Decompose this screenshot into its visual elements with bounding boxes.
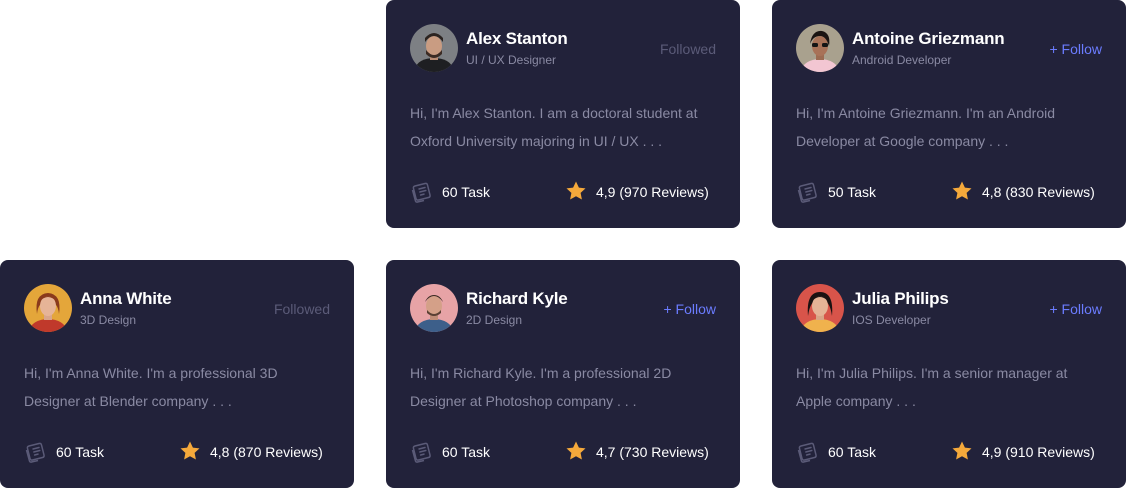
avatar[interactable] (796, 284, 844, 332)
description-line-1: Hi, I'm Anna White. I'm a professional 3… (24, 365, 278, 381)
task-icon (797, 442, 817, 463)
mentor-role: 2D Design (466, 313, 523, 327)
follow-button[interactable]: + Follow (1049, 41, 1102, 57)
mentor-description: Hi, I'm Julia Philips. I'm a senior mana… (796, 359, 1106, 415)
avatar-anna-white-icon (24, 284, 72, 332)
mentor-name: Antoine Griezmann (852, 29, 1005, 48)
mentor-role: UI / UX Designer (466, 53, 557, 67)
description-line-1: Hi, I'm Richard Kyle. I'm a professional… (410, 365, 672, 381)
rating-text: 4,7 (730 Reviews) (596, 444, 709, 460)
mentor-description: Hi, I'm Richard Kyle. I'm a professional… (410, 359, 720, 415)
mentor-name: Anna White (80, 289, 172, 308)
follow-button[interactable]: + Follow (663, 301, 716, 317)
mentor-card-alex-stanton: Alex Stanton UI / UX Designer Followed H… (386, 0, 740, 228)
task-count: 60 Task (828, 444, 876, 460)
mentor-description: Hi, I'm Antoine Griezmann. I'm an Androi… (796, 99, 1106, 155)
avatar-richard-kyle-icon (410, 284, 458, 332)
followed-button[interactable]: Followed (274, 301, 330, 317)
description-line-1: Hi, I'm Alex Stanton. I am a doctoral st… (410, 105, 698, 121)
avatar[interactable] (410, 24, 458, 72)
mentor-card-anna-white: Anna White 3D Design Followed Hi, I'm An… (0, 260, 354, 488)
mentor-description: Hi, I'm Anna White. I'm a professional 3… (24, 359, 334, 415)
mentor-role: 3D Design (80, 313, 137, 327)
followed-button[interactable]: Followed (660, 41, 716, 57)
avatar[interactable] (24, 284, 72, 332)
follow-button[interactable]: + Follow (1049, 301, 1102, 317)
avatar[interactable] (796, 24, 844, 72)
task-icon (797, 182, 817, 203)
task-count: 60 Task (442, 444, 490, 460)
star-icon (180, 441, 200, 460)
mentor-card-julia-philips: Julia Philips IOS Developer + Follow Hi,… (772, 260, 1126, 488)
star-icon (566, 441, 586, 460)
mentor-card-antoine-griezmann: Antoine Griezmann Android Developer + Fo… (772, 0, 1126, 228)
description-line-1: Hi, I'm Antoine Griezmann. I'm an Androi… (796, 105, 1056, 121)
star-icon (566, 181, 586, 200)
description-line-2: Developer at Google company . . . (796, 133, 1009, 149)
star-icon (952, 441, 972, 460)
star-icon (952, 181, 972, 200)
avatar-julia-philips-icon (796, 284, 844, 332)
mentor-description: Hi, I'm Alex Stanton. I am a doctoral st… (410, 99, 720, 155)
description-line-2: Designer at Photoshop company . . . (410, 393, 637, 409)
mentor-name: Julia Philips (852, 289, 949, 308)
rating-text: 4,9 (910 Reviews) (982, 444, 1095, 460)
task-icon (25, 442, 45, 463)
mentor-name: Alex Stanton (466, 29, 568, 48)
mentor-role: Android Developer (852, 53, 952, 67)
task-count: 60 Task (56, 444, 104, 460)
task-count: 50 Task (828, 184, 876, 200)
mentor-name: Richard Kyle (466, 289, 568, 308)
mentor-card-richard-kyle: Richard Kyle 2D Design + Follow Hi, I'm … (386, 260, 740, 488)
description-line-2: Apple company . . . (796, 393, 916, 409)
mentor-role: IOS Developer (852, 313, 931, 327)
avatar-antoine-griezmann-icon (796, 24, 844, 72)
rating-text: 4,8 (870 Reviews) (210, 444, 323, 460)
rating-text: 4,8 (830 Reviews) (982, 184, 1095, 200)
description-line-2: Designer at Blender company . . . (24, 393, 232, 409)
description-line-1: Hi, I'm Julia Philips. I'm a senior mana… (796, 365, 1068, 381)
avatar-alex-stanton-icon (410, 24, 458, 72)
description-line-2: Oxford University majoring in UI / UX . … (410, 133, 663, 149)
task-icon (411, 182, 431, 203)
task-icon (411, 442, 431, 463)
avatar[interactable] (410, 284, 458, 332)
rating-text: 4,9 (970 Reviews) (596, 184, 709, 200)
task-count: 60 Task (442, 184, 490, 200)
